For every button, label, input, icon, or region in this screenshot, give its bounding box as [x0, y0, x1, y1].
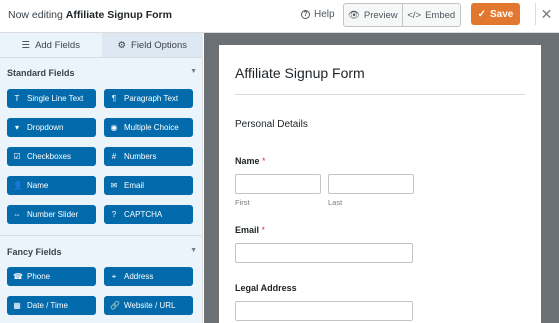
panel-tabs: ☰ Add Fields ⚙ Field Options	[0, 33, 203, 58]
field-button-checkboxes[interactable]: ☑ Checkboxes	[7, 147, 96, 166]
tab-field-options[interactable]: ⚙ Field Options	[101, 33, 203, 57]
field-button-label: Dropdown	[27, 123, 64, 132]
field-button-label: Phone	[27, 272, 51, 281]
required-mark: *	[262, 156, 266, 166]
form-preview-card: Affiliate Signup Form Personal Details N…	[219, 45, 541, 323]
field-button-label: Email	[124, 181, 145, 190]
editing-form-name: Affiliate Signup Form	[65, 9, 172, 21]
field-button-website-url[interactable]: 🔗 Website / URL	[104, 296, 193, 315]
field-button-numbers[interactable]: # Numbers	[104, 147, 193, 166]
field-type-icon: ✉	[110, 181, 118, 190]
name-label-text: Name	[235, 156, 260, 166]
standard-fields-header[interactable]: Standard Fields ▼	[7, 68, 197, 78]
field-button-label: Website / URL	[124, 301, 176, 310]
email-input[interactable]	[235, 243, 413, 263]
editing-prefix: Now editing	[8, 9, 63, 21]
top-bar: Now editing Affiliate Signup Form ? Help…	[0, 0, 559, 33]
section-title[interactable]: Personal Details	[235, 119, 308, 130]
chevron-down-icon: ▼	[190, 247, 197, 254]
save-label: Save	[490, 8, 514, 20]
field-button-number-slider[interactable]: ⇔ Number Slider	[7, 205, 96, 224]
tab-field-options-label: Field Options	[131, 39, 187, 51]
field-type-icon: ⇔	[13, 210, 21, 219]
field-button-label: Numbers	[124, 152, 157, 161]
name-label: Name *	[235, 156, 266, 166]
field-button-date-time[interactable]: ▦ Date / Time	[7, 296, 96, 315]
first-name-input[interactable]	[235, 174, 321, 194]
section-divider	[0, 235, 203, 236]
field-button-captcha[interactable]: ? CAPTCHA	[104, 205, 193, 224]
check-icon: ✓	[477, 8, 487, 20]
field-type-icon: ▦	[13, 301, 21, 310]
email-label-text: Email	[235, 225, 260, 235]
last-name-input[interactable]	[328, 174, 414, 194]
field-button-label: Name	[27, 181, 49, 190]
save-button[interactable]: ✓ Save	[471, 3, 520, 25]
field-button-address[interactable]: ⌖ Address	[104, 267, 193, 286]
field-type-icon: ☑	[13, 152, 21, 161]
help-icon: ?	[301, 10, 310, 19]
fancy-fields-title: Fancy Fields	[7, 247, 62, 257]
email-label: Email *	[235, 225, 265, 235]
field-button-label: Address	[124, 272, 154, 281]
field-type-icon: ?	[111, 210, 117, 219]
sliders-icon: ⚙	[117, 39, 127, 51]
title-divider	[235, 94, 525, 95]
tab-add-fields-label: Add Fields	[35, 39, 80, 51]
field-button-phone[interactable]: ☎ Phone	[7, 267, 96, 286]
field-button-single-line-text[interactable]: T Single Line Text	[7, 89, 96, 108]
editing-title: Now editing Affiliate Signup Form	[8, 9, 172, 21]
close-icon[interactable]: ✕	[535, 3, 557, 25]
field-type-icon: ¶	[111, 94, 117, 103]
embed-button[interactable]: </> Embed	[401, 4, 461, 26]
field-button-label: Number Slider	[27, 210, 79, 219]
legal-address-label: Legal Address	[235, 283, 297, 293]
field-type-icon: #	[111, 152, 117, 161]
fields-panel: ☰ Add Fields ⚙ Field Options Standard Fi…	[0, 33, 203, 323]
field-button-email[interactable]: ✉ Email	[104, 176, 193, 195]
required-mark: *	[261, 225, 266, 235]
form-preview-area: Affiliate Signup Form Personal Details N…	[204, 33, 559, 323]
field-button-multiple-choice[interactable]: ◉ Multiple Choice	[104, 118, 193, 137]
field-button-label: Date / Time	[27, 301, 68, 310]
help-label: Help	[314, 9, 335, 20]
field-type-icon: ▾	[14, 123, 19, 132]
field-button-label: Multiple Choice	[124, 123, 179, 132]
field-button-name[interactable]: 👤 Name	[7, 176, 96, 195]
field-type-icon: ◉	[110, 123, 118, 132]
standard-fields-title: Standard Fields	[7, 68, 75, 78]
help-button[interactable]: ? Help	[301, 9, 335, 20]
first-sublabel: First	[235, 198, 250, 207]
code-icon: </>	[407, 9, 422, 21]
list-icon: ☰	[21, 39, 31, 51]
fancy-fields-header[interactable]: Fancy Fields ▼	[7, 247, 197, 257]
address-input[interactable]	[235, 301, 413, 321]
field-button-dropdown[interactable]: ▾ Dropdown	[7, 118, 96, 137]
preview-embed-group: 👁 Preview </> Embed	[343, 3, 461, 27]
field-type-icon: ⌖	[111, 271, 117, 281]
last-sublabel: Last	[328, 198, 343, 207]
chevron-down-icon: ▼	[190, 68, 197, 75]
eye-icon: 👁	[347, 9, 360, 21]
field-button-label: Checkboxes	[27, 152, 72, 161]
field-type-icon: 👤	[13, 181, 23, 190]
field-button-label: Paragraph Text	[124, 94, 179, 103]
field-button-label: CAPTCHA	[124, 210, 163, 219]
field-type-icon: 🔗	[110, 301, 120, 310]
field-button-label: Single Line Text	[27, 94, 84, 103]
preview-label: Preview	[363, 9, 398, 21]
preview-button[interactable]: 👁 Preview	[344, 4, 402, 26]
field-type-icon: ☎	[13, 272, 23, 281]
field-type-icon: T	[14, 94, 20, 103]
field-button-paragraph-text[interactable]: ¶ Paragraph Text	[104, 89, 193, 108]
tab-add-fields[interactable]: ☰ Add Fields	[0, 33, 102, 57]
form-title[interactable]: Affiliate Signup Form	[235, 65, 365, 81]
embed-label: Embed	[425, 9, 456, 21]
